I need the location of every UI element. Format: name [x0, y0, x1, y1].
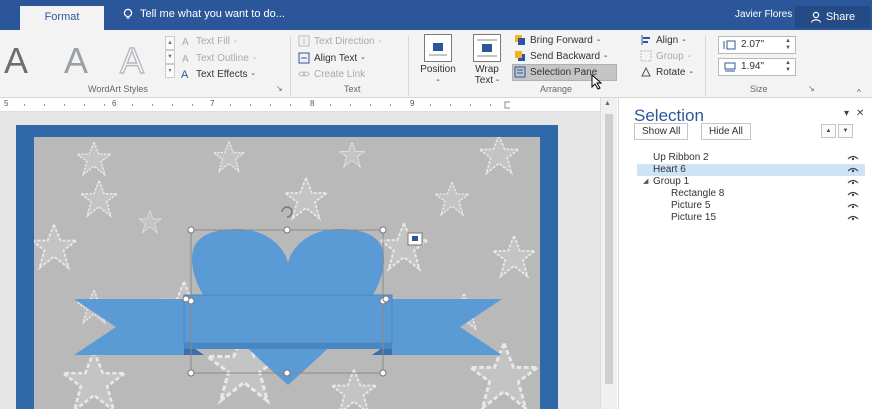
scroll-up-arrow-icon[interactable]: ▲ [604, 100, 611, 107]
size-group-label: Size [750, 84, 768, 94]
width-icon [724, 62, 736, 72]
ribbon-separator [408, 36, 409, 96]
scroll-thumb[interactable] [605, 114, 613, 384]
height-icon [723, 40, 736, 50]
rotate-icon [640, 66, 652, 78]
eye-icon[interactable] [847, 203, 859, 209]
bring-forward-button[interactable]: Bring Forward - [514, 34, 600, 46]
arrange-group-label: Arrange [540, 84, 573, 94]
list-item[interactable]: Picture 5 [637, 200, 865, 212]
text-effects-icon: A [180, 68, 192, 81]
wordart-style-1[interactable]: A [4, 40, 28, 82]
shape-width-input[interactable]: 1.94" ▲ ▼ [718, 58, 796, 76]
send-backward-button[interactable]: Send Backward - [514, 50, 607, 62]
hide-all-button[interactable]: Hide All [701, 123, 751, 140]
wordart-group-label: WordArt Styles [88, 84, 148, 94]
page-border [16, 125, 558, 409]
shape-height-input[interactable]: 2.07" ▲ ▼ [718, 36, 796, 54]
share-button[interactable]: Share [795, 6, 870, 28]
selection-list: Up Ribbon 2 Heart 6 ◢ Group 1 Rectangle … [637, 152, 865, 224]
link-icon [298, 68, 310, 80]
mouse-cursor-icon [591, 74, 603, 90]
list-item[interactable]: Up Ribbon 2 [637, 152, 865, 164]
height-spinner-icon[interactable]: ▲ ▼ [785, 38, 791, 52]
tell-me-box[interactable]: Tell me what you want to do... [122, 8, 285, 20]
eye-icon[interactable] [847, 179, 859, 185]
share-label: Share [825, 11, 856, 23]
selection-pane-button[interactable]: Selection Pane [514, 66, 597, 78]
text-outline-icon: A [180, 52, 192, 65]
tell-me-text: Tell me what you want to do... [140, 8, 285, 20]
wordart-style-3[interactable]: A [119, 39, 144, 82]
position-icon [424, 34, 452, 62]
wrap-text-icon [473, 34, 501, 62]
svg-text:A: A [181, 69, 189, 80]
eye-icon[interactable] [847, 191, 859, 197]
list-item[interactable]: Picture 15 [637, 212, 865, 224]
send-backward-icon [514, 50, 526, 62]
collapse-ribbon-icon[interactable]: ^ [857, 88, 861, 97]
collapse-triangle-icon[interactable]: ◢ [643, 176, 648, 188]
wordart-launcher-icon[interactable]: ↘ [276, 84, 283, 93]
group-button[interactable]: Group - [640, 50, 691, 62]
show-all-button[interactable]: Show All [634, 123, 689, 140]
bring-forward-arrow-icon[interactable]: ▲ [821, 124, 836, 138]
text-outline-button[interactable]: A Text Outline - [180, 52, 256, 66]
align-text-button[interactable]: Align Text - [298, 52, 365, 64]
vertical-scrollbar[interactable]: ▲ [600, 98, 617, 409]
text-direction-button[interactable]: Text Direction - [298, 35, 382, 47]
horizontal-ruler: 5 6 7 8 9 [0, 98, 600, 112]
send-backward-arrow-icon[interactable]: ▼ [838, 124, 853, 138]
tab-format[interactable]: Format [20, 6, 104, 30]
selection-pane-icon [514, 66, 526, 78]
eye-icon[interactable] [847, 215, 859, 221]
ruler-mark: 5 [4, 99, 9, 108]
page-content[interactable] [34, 137, 540, 409]
text-fill-button[interactable]: A Text Fill - [180, 35, 237, 49]
up-ribbon-shape [74, 294, 502, 355]
scroll-up-icon[interactable]: ▲ [165, 36, 175, 50]
text-effects-button[interactable]: A Text Effects - [180, 68, 255, 82]
scroll-down-icon[interactable]: ▼ [165, 50, 175, 64]
gallery-more-icon[interactable]: ▾ [165, 64, 175, 78]
rotate-handle-icon [281, 206, 293, 218]
wordart-gallery-scroll[interactable]: ▲ ▼ ▾ [165, 36, 175, 80]
text-direction-icon [298, 35, 310, 47]
selection-pane: Selection ▾ ✕ Show All Hide All ▲ ▼ Up R… [618, 98, 872, 409]
wordart-style-2[interactable]: A [64, 40, 88, 82]
create-link-button[interactable]: Create Link [298, 68, 365, 80]
svg-text:A: A [182, 54, 189, 64]
bring-forward-icon [514, 34, 526, 46]
eye-icon[interactable] [847, 155, 859, 161]
align-icon [640, 34, 652, 46]
layout-options-icon [407, 232, 423, 246]
width-spinner-icon[interactable]: ▲ ▼ [785, 60, 791, 74]
text-fill-icon: A [180, 35, 192, 48]
lightbulb-icon [123, 8, 133, 19]
pane-options-icon[interactable]: ▾ [844, 108, 849, 119]
group-icon [640, 50, 652, 62]
title-bar: Format Tell me what you want to do... Ja… [0, 0, 872, 30]
ribbon-separator [290, 36, 291, 96]
list-item[interactable]: Rectangle 8 [637, 188, 865, 200]
size-launcher-icon[interactable]: ↘ [808, 84, 815, 93]
user-name[interactable]: Javier Flores [735, 9, 792, 20]
ribbon: A A A ▲ ▼ ▾ A Text Fill - A Text Outline -… [0, 30, 872, 98]
close-icon[interactable]: ✕ [856, 108, 864, 119]
ruler-ticks [24, 101, 510, 109]
list-item[interactable]: ◢ Group 1 [637, 176, 865, 188]
list-item-selected[interactable]: Heart 6 [637, 164, 865, 176]
ribbon-separator [705, 36, 706, 96]
position-button[interactable]: Position - [414, 34, 462, 86]
align-text-icon [298, 52, 310, 64]
person-icon [810, 11, 821, 23]
wrap-text-button[interactable]: Wrap Text - [470, 34, 504, 86]
svg-text:A: A [182, 37, 189, 47]
text-group-label: Text [344, 84, 361, 94]
eye-icon[interactable] [847, 167, 859, 173]
rotate-button[interactable]: Rotate - [640, 66, 693, 78]
align-button[interactable]: Align - [640, 34, 686, 46]
